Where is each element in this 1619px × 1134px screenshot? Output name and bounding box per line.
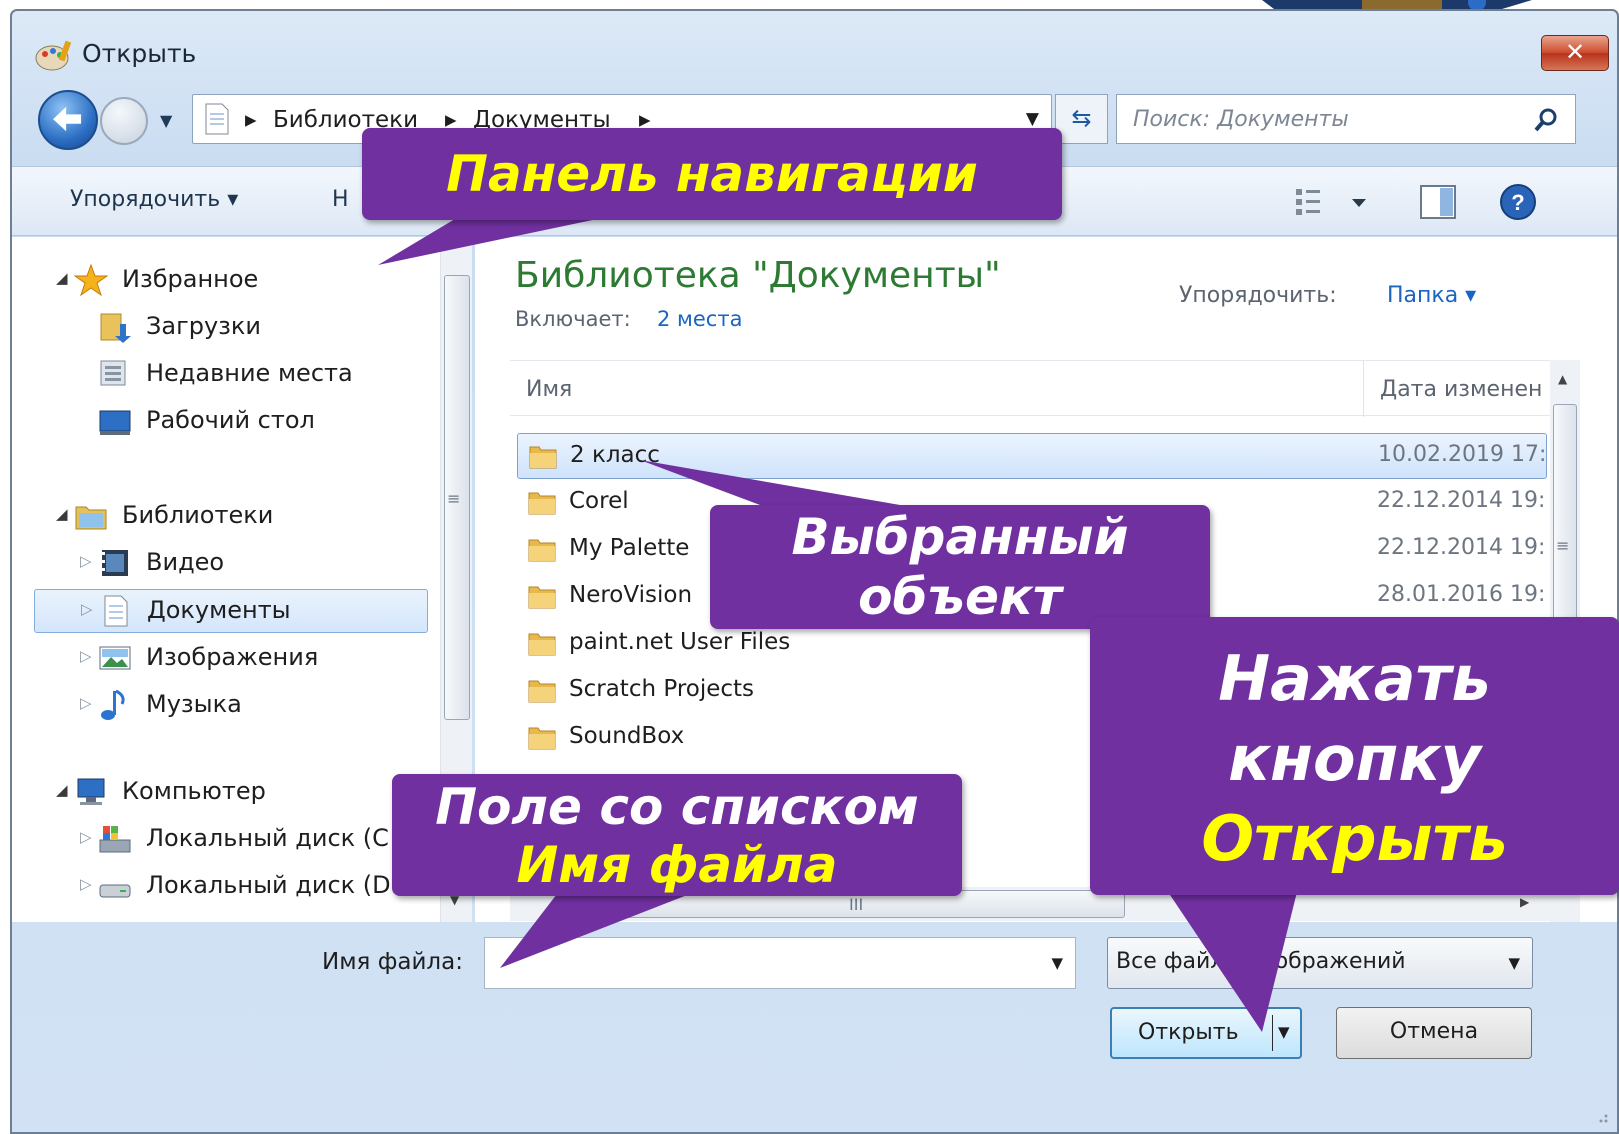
- views-icon[interactable]: [1292, 185, 1372, 219]
- library-locations-link[interactable]: 2 места: [657, 307, 742, 331]
- libraries-icon: [75, 506, 107, 530]
- pictures-icon: [99, 646, 131, 670]
- folder-icon: [528, 539, 556, 562]
- video-icon: [102, 550, 128, 576]
- collapsed-triangle-icon[interactable]: ▷: [81, 600, 93, 618]
- folder-icon: [528, 492, 556, 515]
- scroll-grip-icon: ≡: [1556, 536, 1570, 555]
- search-input[interactable]: [1133, 105, 1513, 133]
- nav-item-recent-places[interactable]: Недавние места: [56, 353, 426, 397]
- nav-item-computer[interactable]: ◢ Компьютер: [56, 771, 426, 815]
- refresh-icon: ⇆: [1071, 104, 1092, 132]
- nav-item-documents[interactable]: ▷ Документы: [34, 589, 428, 633]
- top-decoration: [1262, 0, 1532, 9]
- filename-input[interactable]: [495, 948, 1035, 978]
- nav-panel-callout: Панель навигации: [362, 128, 1062, 220]
- filetype-select[interactable]: Все файлы изображений ▼: [1107, 937, 1533, 989]
- help-icon[interactable]: ?: [1498, 182, 1538, 222]
- filetype-value: Все файлы изображений: [1116, 949, 1406, 974]
- collapsed-triangle-icon[interactable]: ▷: [80, 828, 92, 846]
- history-dropdown-icon[interactable]: ▼: [160, 111, 172, 130]
- search-icon[interactable]: [1531, 105, 1561, 135]
- svg-text:?: ?: [1511, 190, 1524, 215]
- close-button[interactable]: ✕: [1541, 35, 1609, 71]
- expanded-triangle-icon[interactable]: ◢: [56, 269, 68, 287]
- recent-places-icon: [100, 360, 126, 386]
- collapsed-triangle-icon[interactable]: ▷: [80, 875, 92, 893]
- column-header-name[interactable]: Имя: [526, 377, 572, 402]
- nav-item-favorites[interactable]: ◢ Избранное: [56, 259, 426, 303]
- collapsed-triangle-icon[interactable]: ▷: [80, 552, 92, 570]
- expanded-triangle-icon[interactable]: ◢: [56, 505, 68, 523]
- refresh-button[interactable]: ⇆: [1055, 94, 1108, 144]
- filetype-dropdown-icon[interactable]: ▼: [1508, 954, 1520, 972]
- filename-callout: Поле со списком Имя файла: [392, 774, 962, 896]
- resize-grip-icon[interactable]: [1593, 1108, 1609, 1124]
- scroll-right-icon[interactable]: ▶: [1520, 895, 1529, 909]
- paint-app-icon: [35, 40, 72, 71]
- star-icon: [74, 263, 108, 297]
- organize-button[interactable]: Упорядочить ▾: [70, 187, 238, 212]
- back-button[interactable]: [38, 90, 98, 150]
- back-arrow-icon: [53, 106, 82, 132]
- nav-item-pictures[interactable]: ▷ Изображения: [56, 637, 426, 681]
- split-divider: [1272, 1015, 1273, 1051]
- file-row[interactable]: 2 класс 10.02.2019 17:: [517, 433, 1547, 479]
- title-bar: Открыть ✕: [12, 11, 1617, 85]
- filename-dropdown-icon[interactable]: ▼: [1051, 954, 1063, 972]
- folder-icon: [529, 446, 557, 469]
- nav-item-video[interactable]: ▷ Видео: [56, 542, 426, 586]
- navigation-pane: ◢ Избранное Загрузки Недавние места Рабо…: [12, 237, 440, 922]
- downloads-icon: [100, 313, 131, 343]
- library-title: Библиотека "Документы": [515, 255, 1001, 296]
- column-divider[interactable]: [1363, 361, 1364, 417]
- press-open-callout: Нажать кнопку Открыть: [1090, 617, 1619, 895]
- scroll-grip-icon: ≡: [447, 489, 461, 508]
- nav-item-drive-d[interactable]: ▷ Локальный диск (D:): [56, 865, 426, 909]
- nav-item-downloads[interactable]: Загрузки: [56, 306, 426, 350]
- cancel-button[interactable]: Отмена: [1336, 1007, 1532, 1059]
- scroll-up-icon[interactable]: ▲: [1558, 372, 1567, 386]
- documents-icon: [104, 595, 128, 627]
- close-icon: ✕: [1564, 38, 1586, 66]
- filename-combobox[interactable]: ▼: [484, 937, 1076, 989]
- nav-item-music[interactable]: ▷ Музыка: [56, 684, 426, 728]
- open-button[interactable]: Открыть ▼: [1110, 1007, 1302, 1059]
- folder-icon: [528, 727, 556, 750]
- library-includes-label: Включает:: [515, 307, 631, 331]
- expanded-triangle-icon[interactable]: ◢: [56, 781, 68, 799]
- drive-d-icon: [99, 884, 131, 898]
- filename-label: Имя файла:: [322, 949, 463, 975]
- nav-item-drive-c[interactable]: ▷ Локальный диск (C: [56, 818, 440, 862]
- scroll-grip-icon: III: [849, 895, 864, 914]
- open-options-dropdown-icon[interactable]: ▼: [1278, 1023, 1290, 1041]
- computer-icon: [77, 778, 105, 805]
- search-box[interactable]: [1116, 94, 1576, 144]
- music-icon: [101, 689, 125, 720]
- column-header-date[interactable]: Дата изменен: [1380, 377, 1548, 402]
- preview-pane-icon[interactable]: [1418, 183, 1458, 221]
- arrange-by-dropdown[interactable]: Папка ▾: [1387, 283, 1476, 308]
- drive-c-icon: [99, 826, 131, 853]
- arrange-by-label: Упорядочить:: [1179, 283, 1337, 308]
- collapsed-triangle-icon[interactable]: ▷: [80, 647, 92, 665]
- nav-item-desktop[interactable]: Рабочий стол: [56, 400, 426, 444]
- folder-icon: [528, 633, 556, 656]
- desktop-icon: [99, 410, 131, 435]
- address-dropdown-icon[interactable]: ▼: [1026, 109, 1039, 129]
- window-title: Открыть: [82, 39, 197, 68]
- column-header-row: Имя Дата изменен: [510, 360, 1550, 417]
- collapsed-triangle-icon[interactable]: ▷: [80, 694, 92, 712]
- folder-icon: [528, 680, 556, 703]
- nav-item-libraries[interactable]: ◢ Библиотеки: [56, 495, 426, 539]
- folder-icon: [528, 586, 556, 609]
- selected-object-callout: Выбранный объект: [710, 505, 1210, 629]
- forward-button[interactable]: [100, 97, 148, 145]
- breadcrumb-separator-icon[interactable]: ▸: [245, 107, 257, 133]
- document-library-icon: [205, 103, 229, 135]
- new-folder-button[interactable]: Н: [332, 187, 349, 212]
